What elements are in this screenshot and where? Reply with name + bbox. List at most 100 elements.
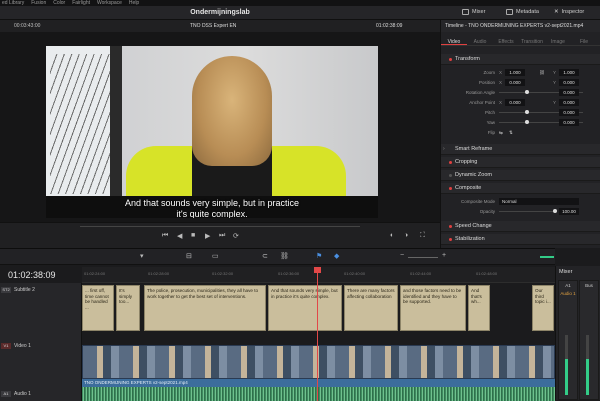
zoom-out-icon[interactable]: −: [400, 252, 404, 259]
viewer[interactable]: And that sounds very simple, but in prac…: [0, 32, 440, 222]
subtitle-clip[interactable]: There are many factors affecting collabo…: [344, 285, 398, 331]
inspector-toggle-button[interactable]: ✕ Inspector: [554, 9, 584, 15]
enabled-dot-icon[interactable]: [449, 161, 452, 164]
zoom-y-field[interactable]: 1.000: [559, 69, 579, 76]
tab-file[interactable]: File: [571, 32, 597, 45]
blade-tool-icon[interactable]: ▭: [212, 252, 219, 260]
timeline-zoom-slider[interactable]: [408, 257, 438, 258]
audio-track-header[interactable]: A1 Audio 1: [0, 391, 82, 397]
pitch-slider-knob[interactable]: [525, 110, 529, 114]
loop-icon[interactable]: ⟳: [233, 232, 239, 240]
tab-effects[interactable]: Effects: [493, 32, 519, 45]
go-to-start-icon[interactable]: ⏮: [162, 232, 168, 240]
stop-icon[interactable]: ■: [191, 232, 195, 239]
step-back-icon[interactable]: ◀: [177, 232, 182, 240]
pitch-field[interactable]: 0.000: [559, 109, 579, 116]
snapping-icon[interactable]: ⊂: [262, 252, 268, 260]
yaw-row: Yaw 0.000: [441, 118, 600, 127]
enabled-dot-icon[interactable]: [449, 187, 452, 190]
composite-mode-row: Composite Mode Normal: [441, 197, 600, 206]
subtitle-overlay: And that sounds very simple, but in prac…: [46, 198, 378, 218]
opacity-slider[interactable]: [499, 211, 555, 212]
trim-tool-icon[interactable]: ⊟: [186, 252, 192, 260]
tab-transition[interactable]: Transition: [519, 32, 545, 45]
subtitle-clip[interactable]: and those factors need to be identified …: [400, 285, 466, 331]
inspector-header: Timeline - TNO ONDERMIJNING EXPERTS v2-s…: [441, 20, 600, 32]
flip-horizontal-icon[interactable]: ⇆: [499, 130, 503, 136]
enabled-dot-icon[interactable]: [449, 58, 452, 61]
zoom-label: Zoom: [483, 70, 495, 75]
source-timecode: 00:03:43:00: [14, 23, 41, 29]
scrub-bar[interactable]: [80, 226, 360, 227]
timeline-timecode[interactable]: 01:02:38:09: [8, 270, 56, 280]
flag-icon[interactable]: ⚑: [316, 252, 322, 260]
zoom-x-field[interactable]: 1.000: [505, 69, 525, 76]
subtitle-track-header[interactable]: ST2 Subtitle 2: [0, 287, 82, 293]
video-frame[interactable]: And that sounds very simple, but in prac…: [46, 46, 378, 218]
mark-in-icon[interactable]: ◐: [390, 232, 394, 239]
inspector-tabs: Video Audio Effects Transition Image Fil…: [441, 32, 600, 46]
selection-tool-icon[interactable]: ▾: [140, 252, 144, 260]
dynamic-zoom-section[interactable]: Dynamic Zoom: [441, 170, 600, 181]
position-y-field[interactable]: 0.000: [559, 79, 579, 86]
playhead[interactable]: [314, 267, 321, 401]
enabled-dot-icon[interactable]: [449, 238, 452, 241]
subtitle-clip[interactable]: And that sounds very simple, but in prac…: [268, 285, 342, 331]
anchor-y-field[interactable]: 0.000: [559, 99, 579, 106]
inspector-panel: Timeline - TNO ONDERMIJNING EXPERTS v2-s…: [440, 20, 600, 248]
tab-audio[interactable]: Audio: [467, 32, 493, 45]
speed-change-section[interactable]: Speed Change: [441, 221, 600, 232]
level-meter: [586, 335, 589, 395]
mixer-toggle-button[interactable]: Mixer: [462, 9, 485, 15]
transform-section[interactable]: Transform: [441, 54, 600, 65]
title-bar: Ondermijningslab Mixer Metadata ✕ Inspect…: [0, 6, 600, 20]
mixer-channel-a1[interactable]: A1 Audio 1: [558, 280, 578, 400]
composite-mode-select[interactable]: Normal: [499, 198, 579, 205]
tab-video[interactable]: Video: [441, 32, 467, 45]
fullscreen-icon[interactable]: ⛶: [420, 232, 425, 240]
yaw-slider-knob[interactable]: [525, 120, 529, 124]
ruler-tick-label: 01:02:40:00: [344, 271, 366, 276]
viewer-clip-name[interactable]: TNO DSS Expert EN: [190, 23, 236, 29]
channel-label: A1: [565, 283, 571, 288]
section-label: Composite: [455, 185, 482, 191]
audio-waveform[interactable]: [82, 387, 555, 401]
opacity-field[interactable]: 100.00: [559, 208, 579, 215]
play-icon[interactable]: ▶: [205, 232, 210, 240]
composite-section[interactable]: Composite: [441, 183, 600, 194]
video-track-header[interactable]: V1 Video 1: [0, 343, 82, 349]
anchor-x-field[interactable]: 0.000: [505, 99, 525, 106]
subtitle-clip[interactable]: ... first off, time cannot be handled ..…: [82, 285, 114, 331]
section-label: Dynamic Zoom: [455, 172, 492, 178]
yaw-label: Yaw: [486, 120, 495, 125]
disabled-dot-icon[interactable]: [449, 174, 452, 177]
go-to-end-icon[interactable]: ⏭: [219, 232, 225, 240]
enabled-dot-icon[interactable]: [449, 225, 452, 228]
flip-vertical-icon[interactable]: ⇅: [509, 130, 513, 136]
metadata-icon: [506, 9, 513, 15]
link-clips-icon[interactable]: ⛓: [280, 252, 289, 260]
stabilization-section[interactable]: Stabilization: [441, 234, 600, 245]
mixer-channel-bus[interactable]: Bus: [579, 280, 599, 400]
metadata-toggle-button[interactable]: Metadata: [506, 9, 539, 15]
anchor-label: Anchor Point: [469, 100, 495, 105]
video-clip-thumbnails[interactable]: [82, 345, 555, 379]
mark-out-icon[interactable]: ◑: [404, 232, 408, 239]
subtitle-clip[interactable]: It's simply too...: [116, 285, 140, 331]
subtitle-clip[interactable]: Our third topic i...: [532, 285, 554, 331]
video-clip-label[interactable]: TNO ONDERMIJNING EXPERTS v2-sept2021.mp4: [82, 379, 555, 387]
position-x-field[interactable]: 0.000: [505, 79, 525, 86]
smart-reframe-section[interactable]: › Smart Reframe: [441, 144, 600, 155]
volume-slider[interactable]: [540, 256, 554, 258]
zoom-in-icon[interactable]: +: [442, 252, 446, 259]
rotation-field[interactable]: 0.000: [559, 89, 579, 96]
subtitle-clip[interactable]: And that's wh...: [468, 285, 490, 331]
subtitle-clip[interactable]: The police, prosecution, municipalities,…: [144, 285, 266, 331]
yaw-field[interactable]: 0.000: [559, 119, 579, 126]
cropping-section[interactable]: Cropping: [441, 157, 600, 168]
marker-icon[interactable]: ◆: [334, 252, 339, 260]
link-icon[interactable]: ⛓: [539, 70, 545, 76]
rotation-slider-knob[interactable]: [525, 90, 529, 94]
opacity-slider-knob[interactable]: [553, 209, 557, 213]
tab-image[interactable]: Image: [545, 32, 571, 45]
